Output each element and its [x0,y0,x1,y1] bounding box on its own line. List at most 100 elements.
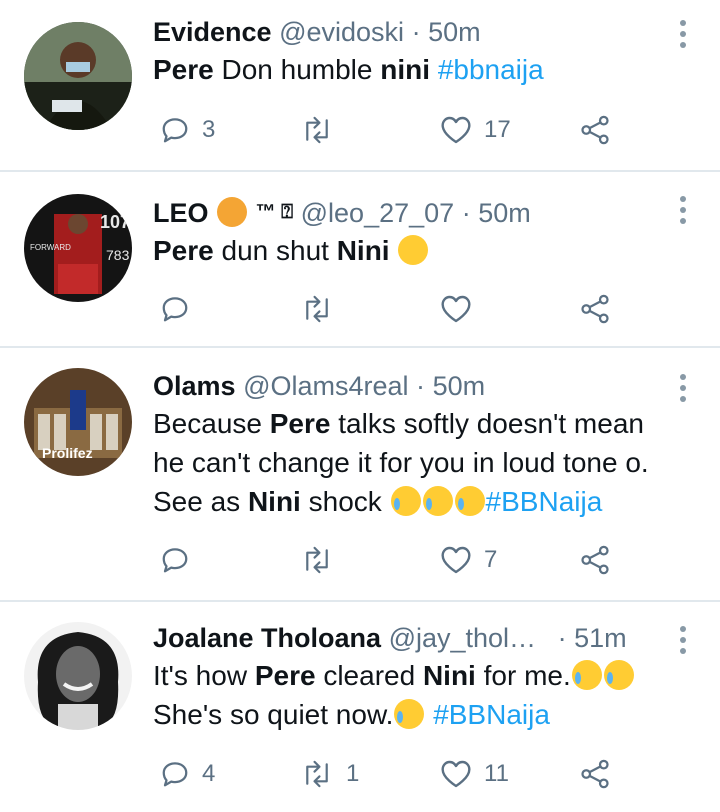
rofl-emoji [390,486,421,516]
tweet-content: Olams @Olams4real · 50m Because Pere tal… [153,368,660,521]
tweet-content: Joalane Tholoana @jay_thol… · 51m It's h… [153,620,660,734]
heart-icon [441,295,471,323]
more-vertical-icon[interactable] [680,626,688,654]
reply-icon [162,762,188,787]
like-button[interactable]: 17 [440,113,511,147]
tweet-actions: 7 [160,543,620,577]
hashtag-link[interactable]: #BBNaija [486,486,603,517]
timestamp[interactable]: 50m [433,371,486,401]
share-button[interactable] [580,292,610,326]
avatar[interactable] [24,22,132,130]
tweet-leo[interactable]: 107 783 FORWARD LEO ™ ⍰ @leo_27_07 · 50m… [0,172,720,348]
text-plain: dun shut [213,235,337,266]
tweet-header: LEO ™ ⍰ @leo_27_07 · 50m [153,194,660,231]
reply-icon [162,297,188,322]
author-handle[interactable]: @Olams4real [243,371,408,401]
author-name[interactable]: Evidence [153,17,272,47]
heart-icon [441,760,471,788]
author-handle[interactable]: @leo_27_07 [301,198,455,228]
reply-count: 4 [202,760,216,787]
text-plain: for me. [475,660,571,691]
text-plain [390,235,398,266]
like-count: 7 [484,546,498,573]
timestamp[interactable]: 50m [478,198,531,228]
author-name[interactable]: LEO [153,198,209,228]
like-button[interactable]: 7 [440,543,497,577]
reply-icon [162,548,188,573]
svg-text:FORWARD: FORWARD [30,243,71,252]
reply-count: 3 [202,116,216,143]
avatar-text: Prolifez [42,445,93,461]
timestamp[interactable]: 50m [428,17,481,47]
separator: · [416,371,426,401]
avatar-photo: Prolifez [24,368,132,476]
text-bold: nini [380,54,431,85]
retweet-icon [306,546,328,574]
text-bold: Nini [336,235,390,266]
tweet-header: Evidence @evidoski · 50m [153,14,660,50]
text-plain: Because [153,408,270,439]
more-vertical-icon[interactable] [680,196,688,224]
tweet-joalane[interactable]: Joalane Tholoana @jay_thol… · 51m It's h… [0,602,720,812]
reply-icon [162,118,188,143]
text-plain: Don humble [213,54,381,85]
separator: · [557,623,567,653]
text-plain [430,54,438,85]
reply-button[interactable] [160,543,202,577]
tweet-olams[interactable]: Prolifez Olams @Olams4real · 50m Because… [0,348,720,602]
rofl-emoji [422,486,453,516]
avatar[interactable] [24,622,132,730]
reply-button[interactable] [160,292,202,326]
retweet-icon [306,295,328,323]
retweet-button[interactable]: 1 [300,757,359,791]
share-button[interactable] [580,543,610,577]
text-plain: She's so quiet now. [153,699,394,730]
more-vertical-icon[interactable] [680,20,688,48]
joy-emoji [603,660,634,690]
text-bold: Pere [153,235,214,266]
text-bold: Pere [269,408,331,439]
tweet-content: LEO ™ ⍰ @leo_27_07 · 50m Pere dun shut N… [153,194,660,270]
retweet-icon [306,116,328,144]
separator: · [411,17,421,47]
author-name[interactable]: Olams [153,371,236,401]
avatar[interactable]: 107 783 FORWARD [24,194,132,302]
joy-emoji [571,660,602,690]
like-button[interactable]: 11 [440,757,509,791]
retweet-count: 1 [346,760,360,787]
text-bold: Pere [153,54,214,85]
avatar-photo: 107 783 FORWARD [24,194,132,302]
share-button[interactable] [580,757,610,791]
author-handle[interactable]: @jay_thol… [389,623,536,653]
reply-button[interactable]: 3 [160,113,215,147]
hashtag-link[interactable]: #BBNaija [433,699,550,730]
tweet-evidence[interactable]: Evidence @evidoski · 50m Pere Don humble… [0,0,720,172]
author-name[interactable]: Joalane Tholoana [153,623,381,653]
author-handle[interactable]: @evidoski [279,17,404,47]
share-icon [581,294,609,324]
retweet-button[interactable] [300,113,346,147]
share-button[interactable] [580,113,610,147]
author-name-suffix: ™ ⍰ [255,201,294,223]
tweet-header: Joalane Tholoana @jay_thol… · 51m [153,620,660,656]
svg-text:783: 783 [106,247,130,263]
text-plain: shock [300,486,390,517]
tweet-text: It's how Pere cleared Nini for me. She's… [153,656,660,734]
svg-text:107: 107 [100,212,130,232]
like-button[interactable] [440,292,484,326]
avatar-photo [24,22,132,130]
tweet-header: Olams @Olams4real · 50m [153,368,660,404]
timestamp[interactable]: 51m [574,623,627,653]
retweet-button[interactable] [300,292,346,326]
retweet-icon [306,760,328,788]
more-vertical-icon[interactable] [680,374,688,402]
retweet-button[interactable] [300,543,346,577]
tweet-text: Because Pere talks softly doesn't mean h… [153,404,660,521]
reply-button[interactable]: 4 [160,757,215,791]
heart-icon [441,546,471,574]
avatar[interactable]: Prolifez [24,368,132,476]
text-plain: It's how [153,660,255,691]
text-bold: Nini [247,486,301,517]
hashtag-link[interactable]: #bbnaija [438,54,544,85]
tweet-text: Pere Don humble nini #bbnaija [153,50,660,89]
